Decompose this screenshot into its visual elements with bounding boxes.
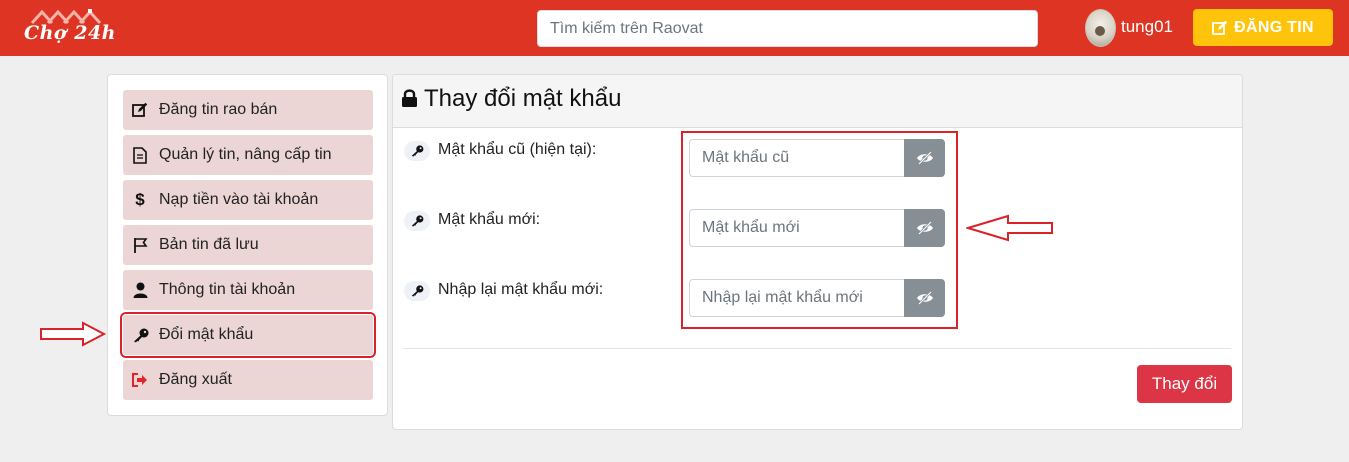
post-listing-button[interactable]: ĐĂNG TIN	[1193, 9, 1333, 46]
account-sidebar: Đăng tin rao bán Quản lý tin, nâng cấp t…	[107, 74, 388, 416]
dollar-icon: $	[135, 190, 145, 209]
sidebar-item-label: Bản tin đã lưu	[159, 236, 259, 253]
post-listing-label: ĐĂNG TIN	[1234, 18, 1314, 36]
change-password-submit-button[interactable]: Thay đổi	[1137, 365, 1232, 403]
lock-icon	[402, 89, 417, 107]
key-icon	[404, 211, 430, 231]
sidebar-item-label: Nạp tiền vào tài khoản	[159, 191, 319, 208]
edit-icon	[1212, 20, 1228, 35]
new-password-label: Mật khẩu mới:	[438, 211, 541, 228]
sidebar-item-saved[interactable]: Bản tin đã lưu	[123, 225, 373, 265]
sidebar-item-label: Quản lý tin, nâng cấp tin	[159, 146, 332, 163]
key-icon	[404, 281, 430, 301]
page-title: Thay đổi mật khẩu	[424, 85, 622, 112]
sidebar-item-label: Đổi mật khẩu	[159, 326, 254, 343]
sidebar-item-label: Thông tin tài khoản	[159, 281, 296, 298]
old-password-label: Mật khẩu cũ (hiện tại):	[438, 141, 597, 158]
annotation-arrow-right-icon	[40, 321, 107, 347]
key-icon	[404, 141, 430, 161]
logo-text: Chợ 24h	[24, 22, 116, 44]
user-icon	[131, 281, 149, 299]
sign-out-icon	[131, 371, 149, 389]
document-icon	[131, 146, 149, 164]
annotation-highlight-box	[681, 131, 958, 329]
annotation-arrow-left-icon	[966, 214, 1053, 242]
avatar[interactable]	[1085, 9, 1116, 47]
sidebar-item-label: Đăng xuất	[159, 371, 232, 388]
divider	[403, 348, 1231, 349]
panel-header: Thay đổi mật khẩu	[393, 75, 1242, 128]
key-icon	[131, 326, 149, 344]
sidebar-item-change-password[interactable]: Đổi mật khẩu	[120, 312, 376, 358]
username-label[interactable]: tung01	[1121, 17, 1173, 37]
change-password-panel: Thay đổi mật khẩu Mật khẩu cũ (hiện tại)…	[392, 74, 1243, 430]
sidebar-item-logout[interactable]: Đăng xuất	[123, 360, 373, 400]
search-input[interactable]	[537, 10, 1038, 47]
sidebar-item-top-up[interactable]: $ Nạp tiền vào tài khoản	[123, 180, 373, 220]
sidebar-item-post-listing[interactable]: Đăng tin rao bán	[123, 90, 373, 130]
confirm-password-label: Nhập lại mật khẩu mới:	[438, 281, 604, 298]
site-logo[interactable]: Chợ 24h	[24, 8, 116, 48]
top-header: Chợ 24h tung01 ĐĂNG TIN	[0, 0, 1349, 56]
sidebar-item-account-info[interactable]: Thông tin tài khoản	[123, 270, 373, 310]
flag-icon	[131, 236, 149, 254]
sidebar-item-label: Đăng tin rao bán	[159, 101, 278, 118]
sidebar-item-manage-listings[interactable]: Quản lý tin, nâng cấp tin	[123, 135, 373, 175]
edit-icon	[131, 101, 149, 119]
